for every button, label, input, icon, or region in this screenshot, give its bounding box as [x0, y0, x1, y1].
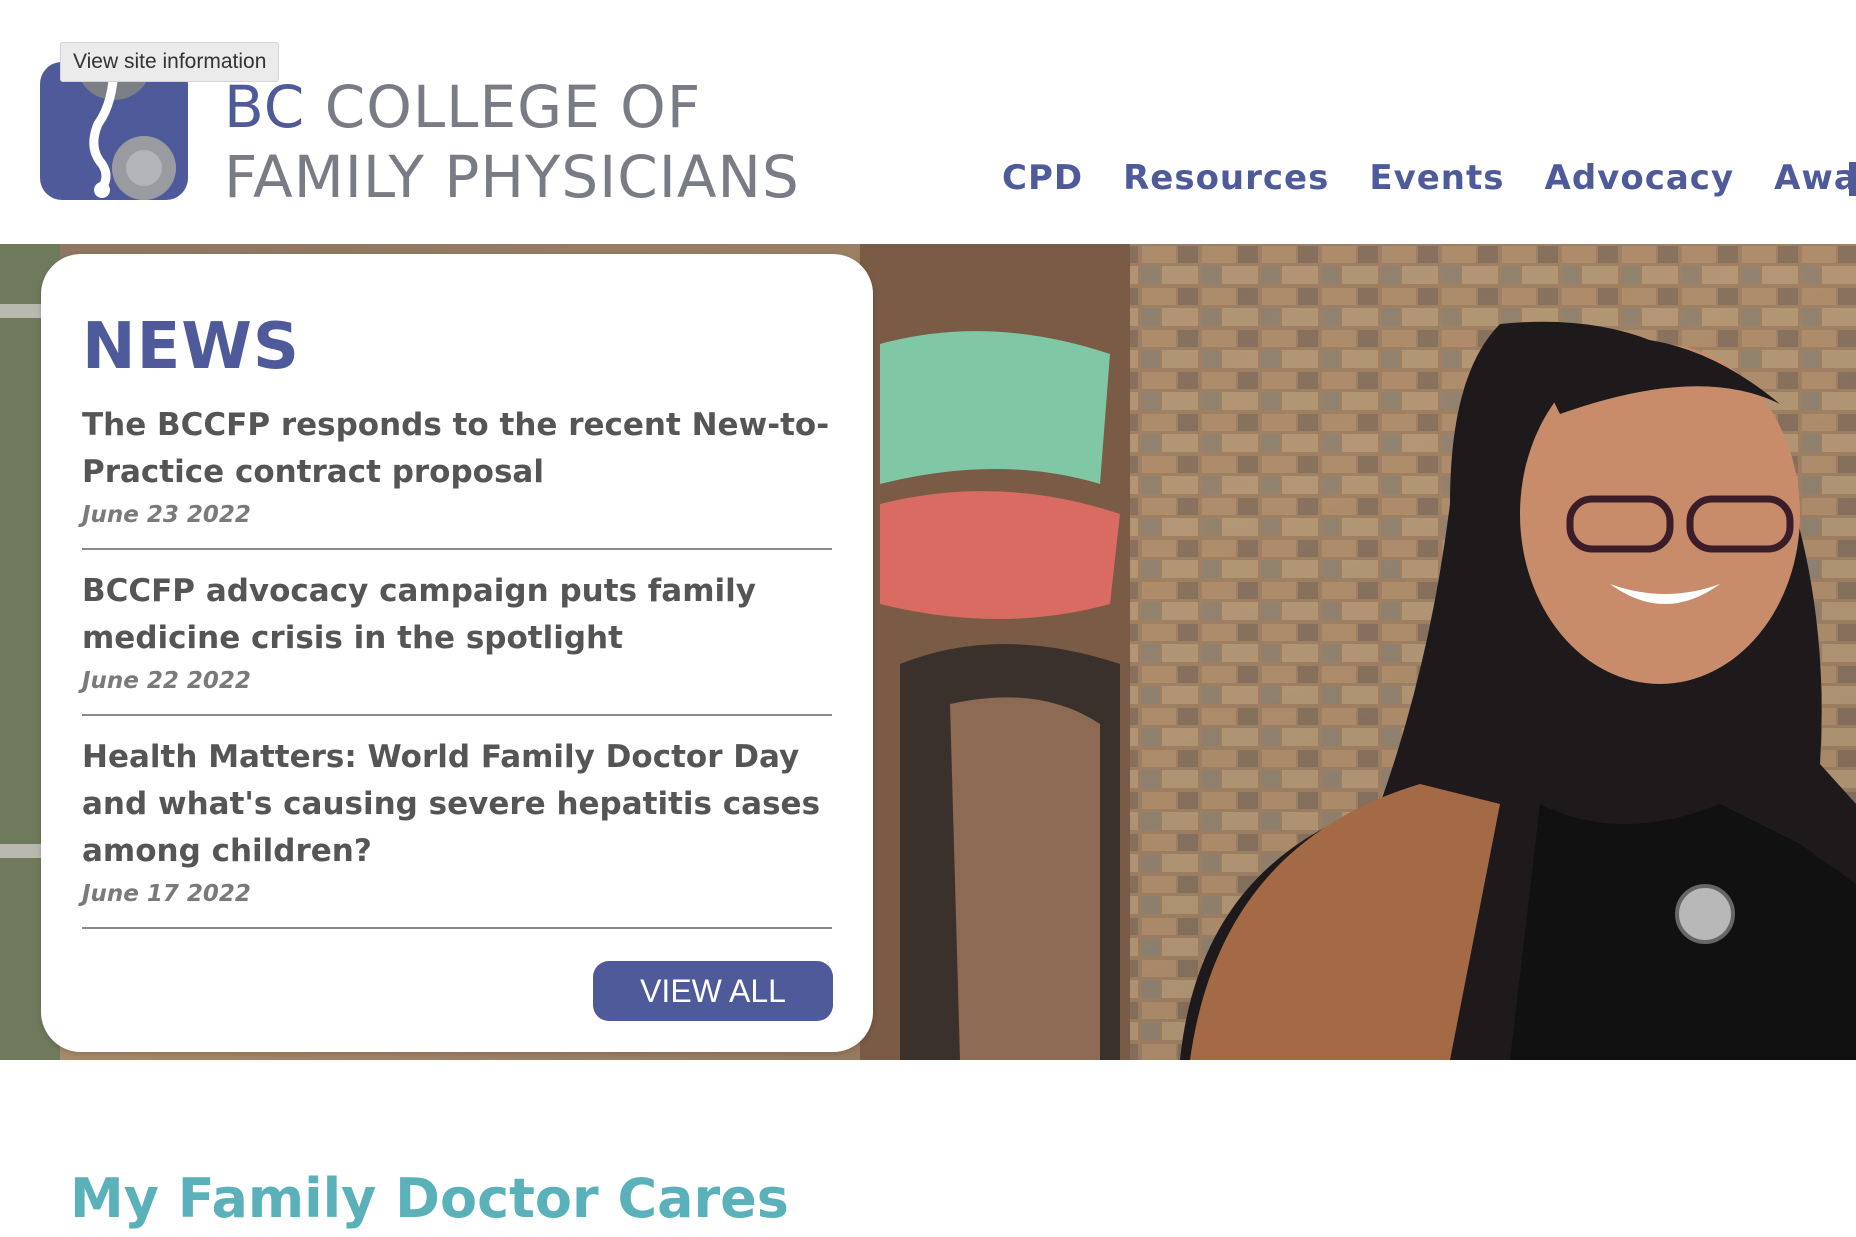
nav-item-awards[interactable]: Awards	[1774, 152, 1856, 204]
hero-banner: NEWS The BCCFP responds to the recent Ne…	[0, 244, 1856, 1060]
news-item: Health Matters: World Family Doctor Day …	[82, 734, 832, 929]
news-date: June 22 2022	[82, 668, 251, 694]
news-card: NEWS The BCCFP responds to the recent Ne…	[41, 254, 873, 1052]
site-info-tooltip: View site information	[60, 42, 280, 82]
logo-text-line-2: FAMILY PHYSICIANS	[224, 143, 800, 211]
logo-text-line-1: BC COLLEGE OF	[224, 73, 702, 141]
news-date: June 23 2022	[82, 502, 251, 528]
news-headline-link[interactable]: BCCFP advocacy campaign puts family medi…	[82, 573, 756, 656]
section-heading: My Family Doctor Cares	[70, 1167, 789, 1230]
nav-item-advocacy[interactable]: Advocacy	[1545, 152, 1735, 204]
nav-item-truncated[interactable]	[1849, 162, 1856, 196]
news-headline-link[interactable]: The BCCFP responds to the recent New-to-…	[82, 407, 829, 490]
view-all-button[interactable]: VIEW ALL	[593, 961, 833, 1021]
site-header: BC COLLEGE OF FAMILY PHYSICIANS View sit…	[0, 0, 1856, 244]
news-item: BCCFP advocacy campaign puts family medi…	[82, 568, 832, 716]
news-list: The BCCFP responds to the recent New-to-…	[82, 402, 832, 947]
main-nav: CPD Resources Events Advocacy Awards	[1002, 152, 1856, 204]
nav-item-cpd[interactable]: CPD	[1002, 152, 1083, 204]
stethoscope-logo-icon	[40, 62, 188, 200]
news-headline-link[interactable]: Health Matters: World Family Doctor Day …	[82, 739, 820, 869]
nav-item-events[interactable]: Events	[1369, 152, 1504, 204]
news-item: The BCCFP responds to the recent New-to-…	[82, 402, 832, 550]
nav-item-resources[interactable]: Resources	[1123, 152, 1329, 204]
news-title: NEWS	[82, 310, 300, 384]
news-date: June 17 2022	[82, 881, 251, 907]
